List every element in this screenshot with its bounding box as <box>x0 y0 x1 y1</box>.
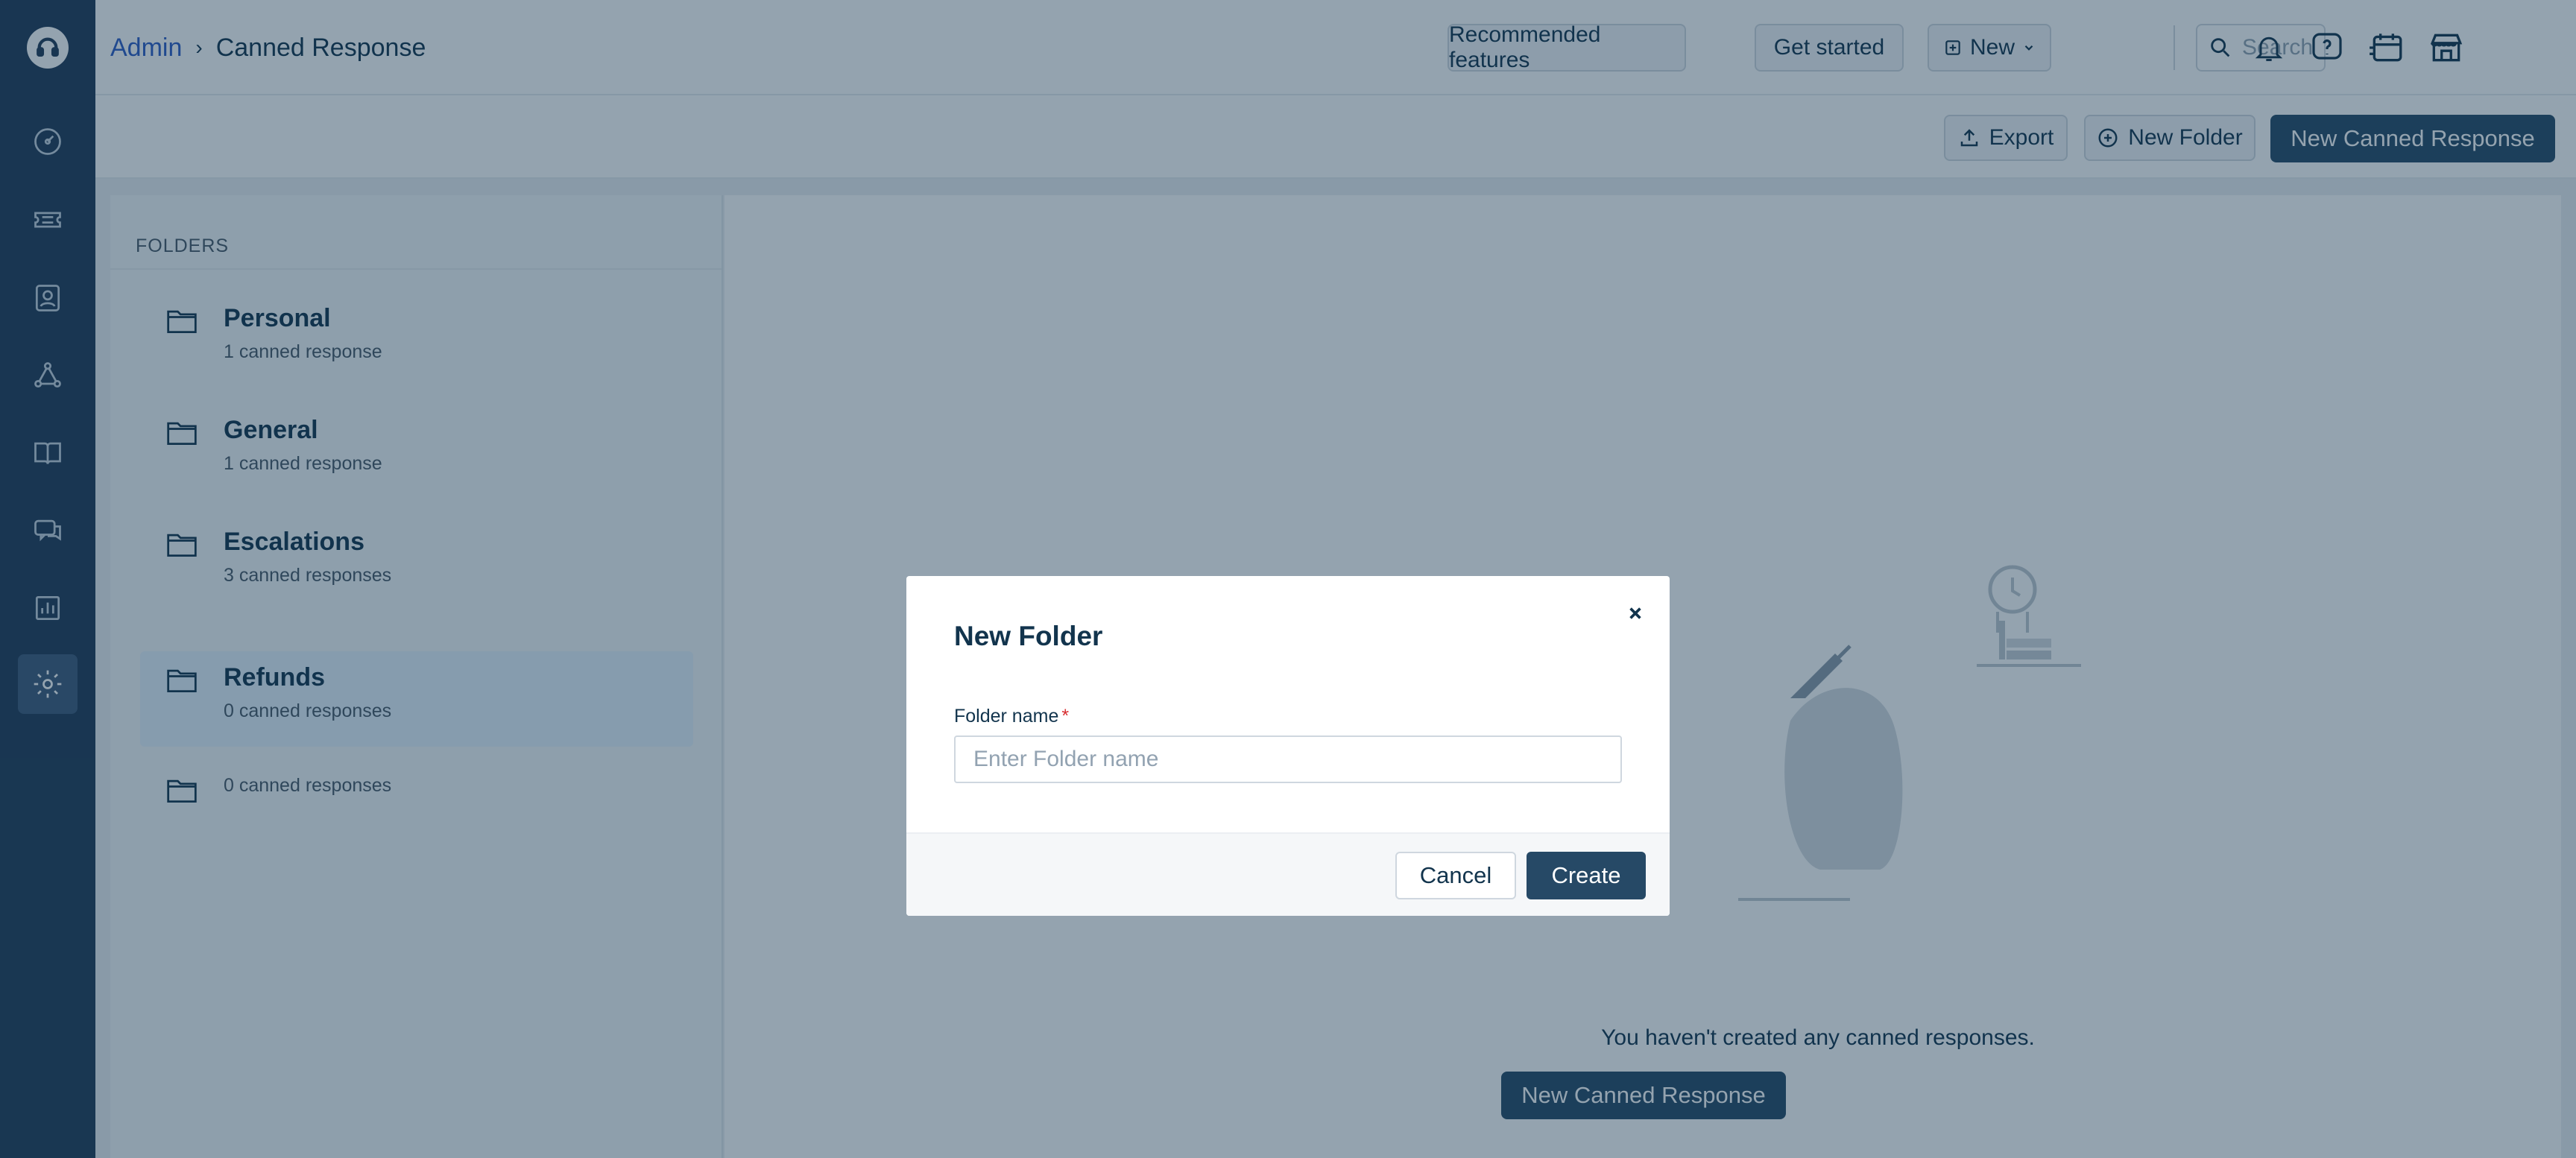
folder-name-label-text: Folder name <box>954 706 1059 727</box>
new-folder-modal: New Folder Folder name* Cancel Create <box>906 576 1670 916</box>
cancel-label: Cancel <box>1419 862 1492 888</box>
modal-title: New Folder <box>954 621 1103 651</box>
folder-name-input[interactable] <box>954 735 1622 783</box>
cancel-button[interactable]: Cancel <box>1395 852 1516 899</box>
folder-name-label: Folder name * <box>954 706 1069 727</box>
required-mark: * <box>1061 706 1070 727</box>
modal-footer: Cancel Create <box>906 832 1670 916</box>
create-button[interactable]: Create <box>1527 852 1646 899</box>
create-label: Create <box>1551 862 1621 888</box>
close-icon[interactable] <box>1617 595 1653 631</box>
